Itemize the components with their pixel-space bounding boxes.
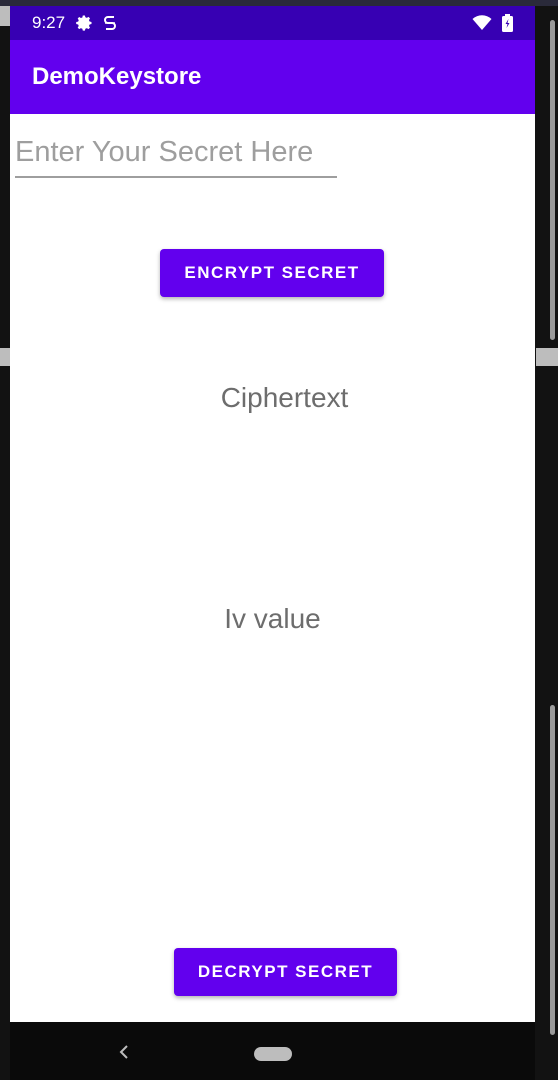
battery-icon: [502, 14, 513, 32]
secret-input[interactable]: [15, 132, 337, 178]
phone-screen: 9:27 DemoKeystore Enter Your Secret Here…: [10, 6, 535, 1022]
s-icon: [103, 14, 117, 32]
background-window-edge: [0, 348, 10, 366]
background-window-edge: [536, 348, 558, 366]
encrypt-secret-button[interactable]: ENCRYPT SECRET: [160, 249, 384, 297]
status-time: 9:27: [32, 13, 66, 32]
home-pill-icon[interactable]: [254, 1047, 292, 1061]
back-icon[interactable]: [118, 1042, 130, 1064]
background-window-edge: [0, 6, 10, 26]
app-title: DemoKeystore: [32, 63, 202, 90]
wifi-icon: [472, 15, 492, 31]
scrollbar[interactable]: [550, 705, 555, 1035]
ciphertext-label: Ciphertext: [220, 382, 349, 413]
iv-value-label: Iv value: [224, 603, 321, 634]
app-bar: DemoKeystore: [10, 40, 535, 114]
decrypt-secret-button[interactable]: DECRYPT SECRET: [174, 948, 397, 996]
status-bar: 9:27: [10, 6, 535, 40]
navigation-bar: [10, 1022, 535, 1080]
gear-icon: [75, 14, 93, 32]
scrollbar[interactable]: [550, 20, 555, 340]
screen-frame: 9:27 DemoKeystore Enter Your Secret Here…: [0, 0, 558, 1080]
